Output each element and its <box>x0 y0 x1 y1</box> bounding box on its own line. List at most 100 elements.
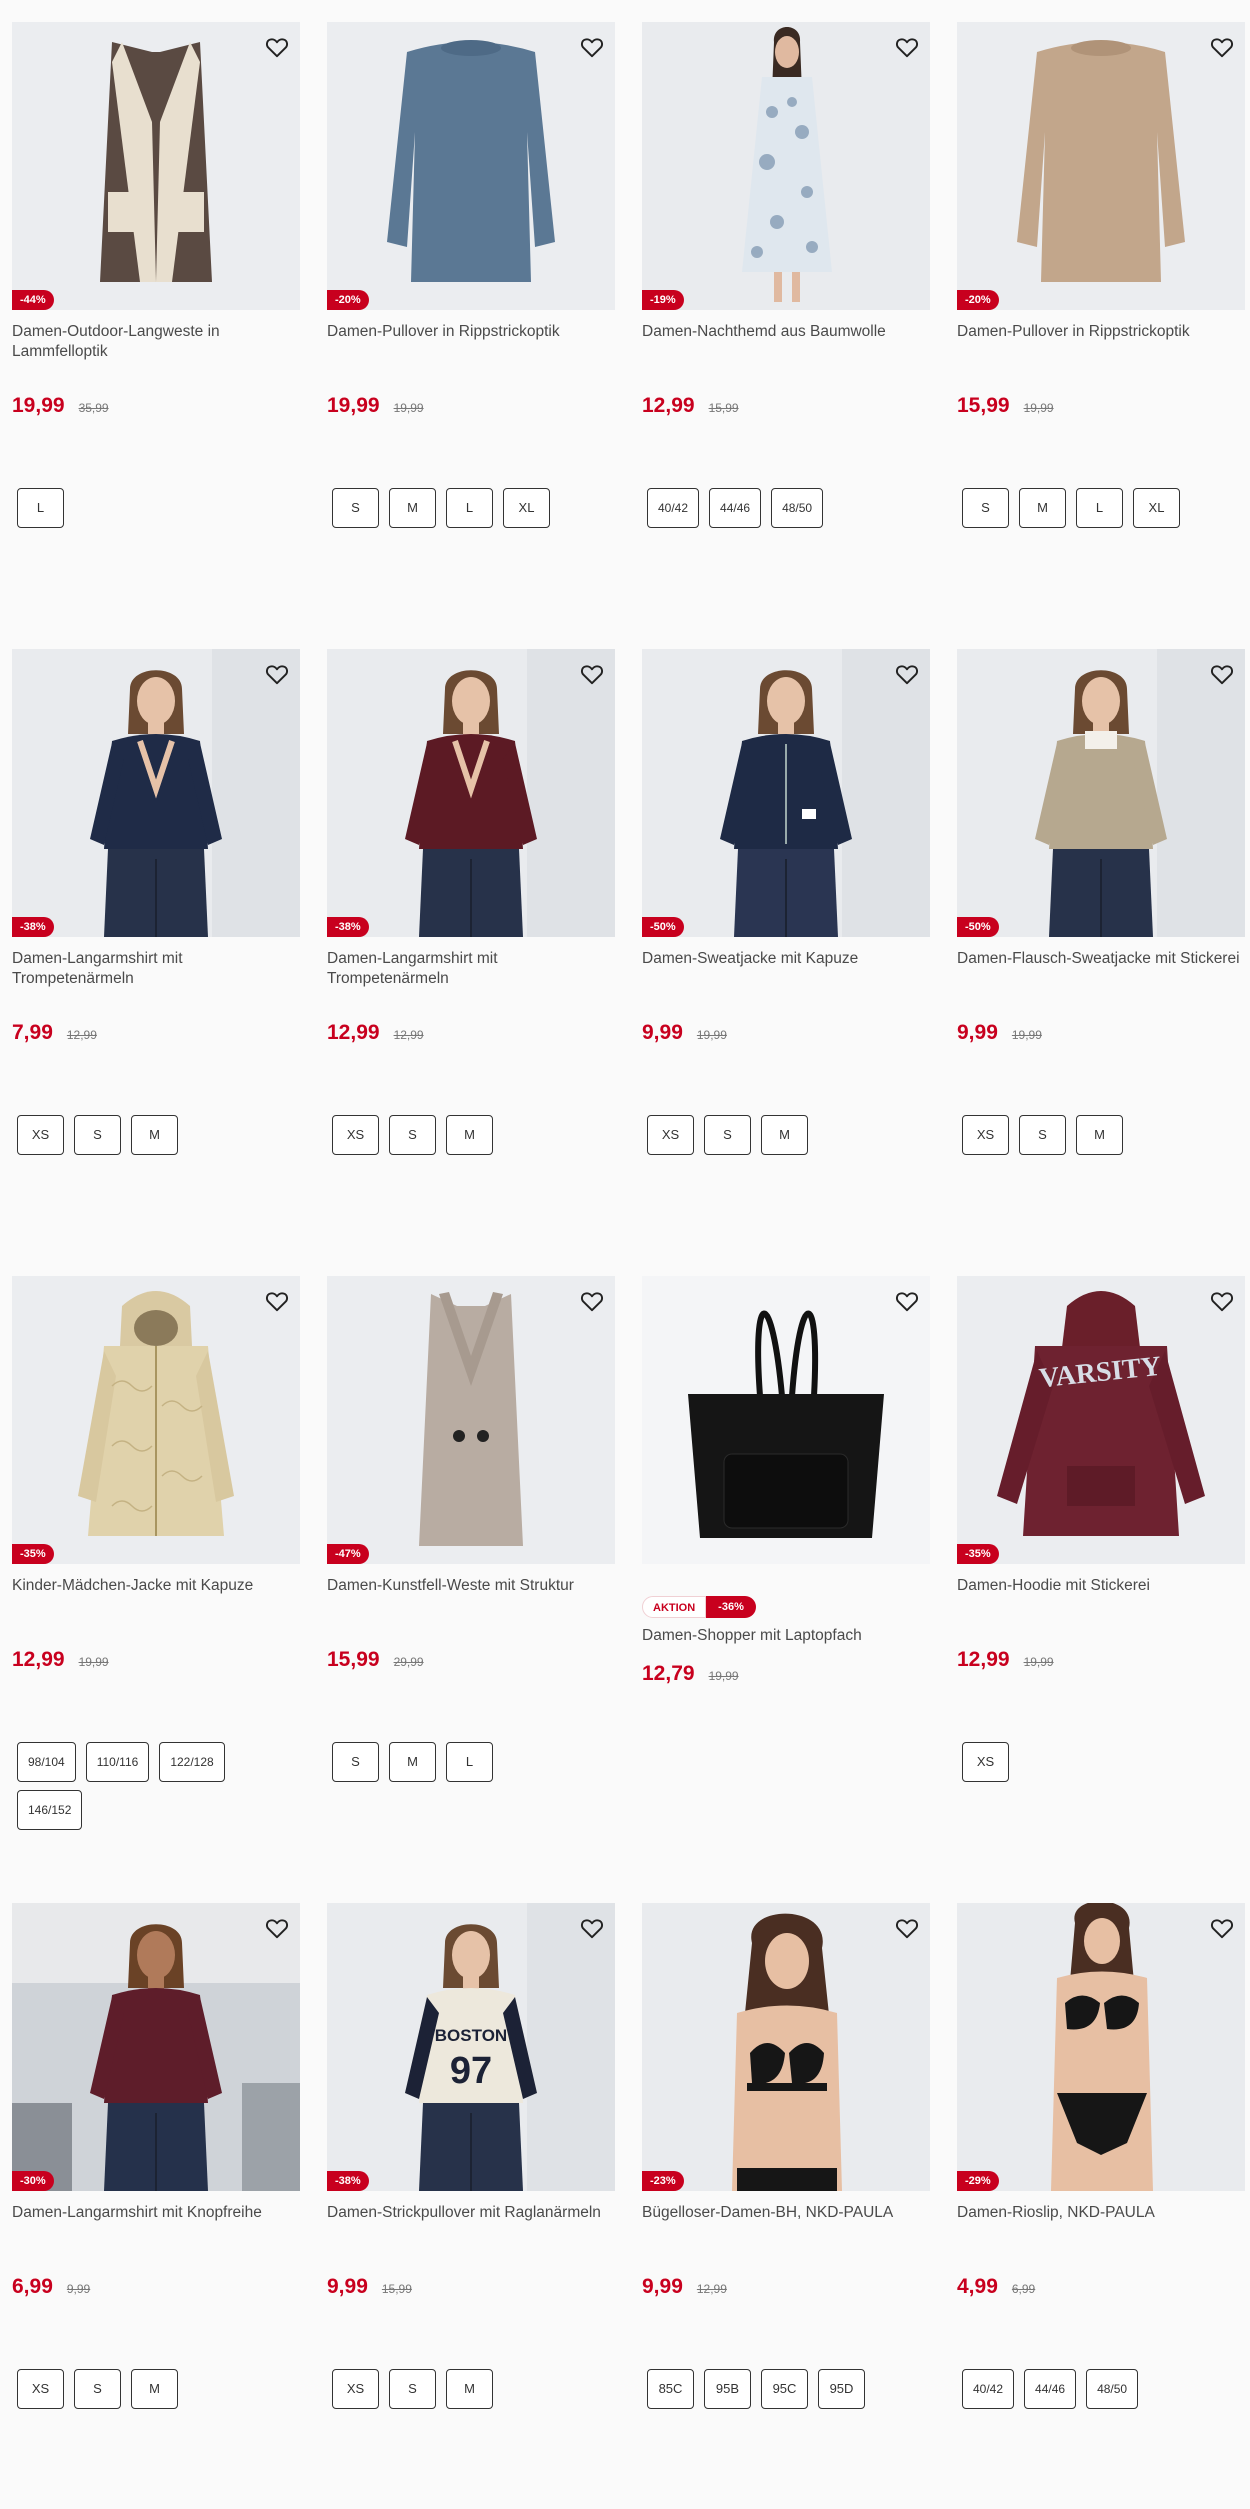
size-option[interactable]: S <box>704 1115 751 1155</box>
product-card[interactable]: -35% Kinder-Mädchen-Jacke mit Kapuze 12,… <box>12 1276 300 1830</box>
product-name[interactable]: Damen-Sweatjacke mit Kapuze <box>642 949 930 989</box>
product-image[interactable]: -47% <box>327 1276 615 1564</box>
size-option[interactable]: 95D <box>818 2369 865 2409</box>
size-option[interactable]: 95B <box>704 2369 751 2409</box>
product-name[interactable]: Damen-Langarmshirt mit Trompetenärmeln <box>327 949 615 989</box>
product-image[interactable]: -20% <box>327 22 615 310</box>
size-option[interactable]: 98/104 <box>17 1742 76 1782</box>
size-option[interactable]: M <box>131 1115 178 1155</box>
product-card[interactable]: -30% Damen-Langarmshirt mit Knopfreihe 6… <box>12 1903 300 2409</box>
product-name[interactable]: Bügelloser-Damen-BH, NKD-PAULA <box>642 2203 930 2243</box>
size-option[interactable]: L <box>446 1742 493 1782</box>
product-name[interactable]: Damen-Flausch-Sweatjacke mit Stickerei <box>957 949 1245 989</box>
size-option[interactable]: S <box>1019 1115 1066 1155</box>
product-name[interactable]: Damen-Hoodie mit Stickerei <box>957 1576 1245 1616</box>
size-option[interactable]: 122/128 <box>159 1742 225 1782</box>
size-option[interactable]: M <box>1019 488 1066 528</box>
size-option[interactable]: XS <box>962 1742 1009 1782</box>
size-option[interactable]: 40/42 <box>962 2369 1015 2409</box>
product-name[interactable]: Damen-Outdoor-Langweste in Lammfelloptik <box>12 322 300 362</box>
product-name[interactable]: Damen-Pullover in Rippstrickoptik <box>327 322 615 362</box>
product-name[interactable]: Damen-Langarmshirt mit Knopfreihe <box>12 2203 300 2243</box>
size-option[interactable]: 48/50 <box>1086 2369 1139 2409</box>
wishlist-heart-icon[interactable] <box>894 34 920 60</box>
size-option[interactable]: S <box>962 488 1009 528</box>
size-option[interactable]: M <box>389 1742 436 1782</box>
product-card[interactable]: -38% Damen-Langarmshirt mit Trompetenärm… <box>327 649 615 1155</box>
size-option[interactable]: 40/42 <box>647 488 700 528</box>
size-option[interactable]: XL <box>1133 488 1180 528</box>
size-option[interactable]: M <box>446 1115 493 1155</box>
product-image[interactable]: -23% <box>642 1903 930 2191</box>
product-image[interactable]: -44% <box>12 22 300 310</box>
size-option[interactable]: S <box>332 488 379 528</box>
wishlist-heart-icon[interactable] <box>1209 1288 1235 1314</box>
product-card[interactable]: VARSITY -35% Damen-Hoodie mit Stickerei … <box>957 1276 1245 1782</box>
size-option[interactable]: S <box>74 2369 121 2409</box>
wishlist-heart-icon[interactable] <box>894 1288 920 1314</box>
product-card[interactable]: -20% Damen-Pullover in Rippstrickoptik 1… <box>327 22 615 528</box>
wishlist-heart-icon[interactable] <box>264 34 290 60</box>
size-option[interactable]: L <box>446 488 493 528</box>
product-card[interactable]: -50% Damen-Sweatjacke mit Kapuze 9,99 19… <box>642 649 930 1155</box>
size-option[interactable]: XS <box>17 2369 64 2409</box>
size-option[interactable]: M <box>389 488 436 528</box>
wishlist-heart-icon[interactable] <box>264 1915 290 1941</box>
product-name[interactable]: Damen-Rioslip, NKD-PAULA <box>957 2203 1245 2243</box>
product-image[interactable]: -35% <box>12 1276 300 1564</box>
product-image[interactable]: -50% <box>957 649 1245 937</box>
wishlist-heart-icon[interactable] <box>264 661 290 687</box>
product-name[interactable]: Damen-Nachthemd aus Baumwolle <box>642 322 930 362</box>
size-option[interactable]: 95C <box>761 2369 808 2409</box>
product-card[interactable]: -38% Damen-Langarmshirt mit Trompetenärm… <box>12 649 300 1155</box>
size-option[interactable]: 44/46 <box>1024 2369 1077 2409</box>
size-option[interactable]: XS <box>647 1115 694 1155</box>
size-option[interactable]: 146/152 <box>17 1790 83 1830</box>
wishlist-heart-icon[interactable] <box>1209 34 1235 60</box>
product-image[interactable]: -38% <box>12 649 300 937</box>
product-name[interactable]: Damen-Shopper mit Laptopfach <box>642 1626 930 1666</box>
product-card[interactable]: -29% Damen-Rioslip, NKD-PAULA 4,99 6,99 … <box>957 1903 1245 2409</box>
size-option[interactable]: XS <box>332 2369 379 2409</box>
size-option[interactable]: M <box>131 2369 178 2409</box>
product-name[interactable]: Damen-Pullover in Rippstrickoptik <box>957 322 1245 362</box>
wishlist-heart-icon[interactable] <box>894 661 920 687</box>
size-option[interactable]: S <box>389 1115 436 1155</box>
size-option[interactable]: 110/116 <box>85 1742 150 1782</box>
wishlist-heart-icon[interactable] <box>579 34 605 60</box>
size-option[interactable]: M <box>761 1115 808 1155</box>
size-option[interactable]: M <box>1076 1115 1123 1155</box>
product-image[interactable]: -29% <box>957 1903 1245 2191</box>
product-card[interactable]: -20% Damen-Pullover in Rippstrickoptik 1… <box>957 22 1245 528</box>
product-image[interactable]: -19% <box>642 22 930 310</box>
product-image[interactable]: -20% <box>957 22 1245 310</box>
size-option[interactable]: XL <box>503 488 550 528</box>
product-image[interactable]: VARSITY -35% <box>957 1276 1245 1564</box>
product-name[interactable]: Damen-Langarmshirt mit Trompetenärmeln <box>12 949 300 989</box>
product-card[interactable]: -50% Damen-Flausch-Sweatjacke mit Sticke… <box>957 649 1245 1155</box>
product-image[interactable] <box>642 1276 930 1564</box>
size-option[interactable]: XS <box>332 1115 379 1155</box>
size-option[interactable]: L <box>1076 488 1123 528</box>
product-card[interactable]: -44% Damen-Outdoor-Langweste in Lammfell… <box>12 22 300 528</box>
size-option[interactable]: L <box>17 488 64 528</box>
product-image[interactable]: BOSTON 97 -38% <box>327 1903 615 2191</box>
product-image[interactable]: -30% <box>12 1903 300 2191</box>
wishlist-heart-icon[interactable] <box>264 1288 290 1314</box>
product-image[interactable]: -38% <box>327 649 615 937</box>
size-option[interactable]: 85C <box>647 2369 694 2409</box>
product-name[interactable]: Damen-Kunstfell-Weste mit Struktur <box>327 1576 615 1616</box>
size-option[interactable]: 48/50 <box>771 488 824 528</box>
wishlist-heart-icon[interactable] <box>894 1915 920 1941</box>
product-card[interactable]: -47% Damen-Kunstfell-Weste mit Struktur … <box>327 1276 615 1782</box>
size-option[interactable]: S <box>389 2369 436 2409</box>
size-option[interactable]: S <box>332 1742 379 1782</box>
wishlist-heart-icon[interactable] <box>579 661 605 687</box>
size-option[interactable]: 44/46 <box>709 488 762 528</box>
product-card[interactable]: -23% Bügelloser-Damen-BH, NKD-PAULA 9,99… <box>642 1903 930 2409</box>
wishlist-heart-icon[interactable] <box>1209 661 1235 687</box>
product-card[interactable]: -19% Damen-Nachthemd aus Baumwolle 12,99… <box>642 22 930 528</box>
product-card[interactable]: AKTION -36% Damen-Shopper mit Laptopfach… <box>642 1276 930 1686</box>
wishlist-heart-icon[interactable] <box>579 1915 605 1941</box>
wishlist-heart-icon[interactable] <box>579 1288 605 1314</box>
